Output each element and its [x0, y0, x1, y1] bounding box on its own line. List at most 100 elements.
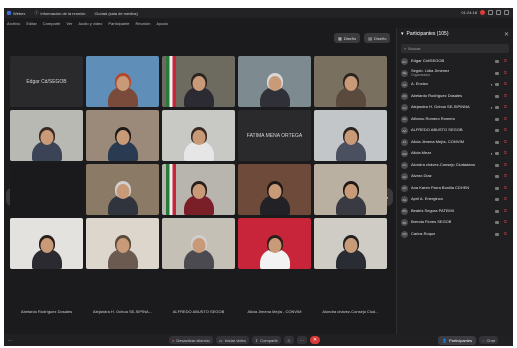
- participant-name: Alvaro Díaz: [411, 174, 432, 179]
- close-icon[interactable]: [504, 10, 509, 15]
- leave-meeting-button[interactable]: ✕: [309, 336, 320, 344]
- video-tile[interactable]: FATIMA MENA ORTEGA: [238, 110, 311, 161]
- participant-row[interactable]: AA ALFREDO ABUSTO SEGOB ⦸: [397, 125, 513, 137]
- layout-button[interactable]: ▦ Diseño: [334, 33, 361, 43]
- chat-button[interactable]: ◌ Chat: [479, 336, 498, 344]
- camera-off-icon: ▭: [218, 337, 223, 343]
- video-tile[interactable]: [238, 164, 311, 215]
- menu-item[interactable]: Archivo: [7, 21, 20, 26]
- microphone-muted-icon[interactable]: ⦸: [504, 128, 507, 133]
- view-button[interactable]: ▤ Diseño: [364, 33, 391, 43]
- mute-button[interactable]: ● Desactivar silencio: [169, 336, 213, 344]
- reactions-button[interactable]: ☺: [283, 336, 294, 344]
- more-options[interactable]: ⋯: [8, 338, 12, 343]
- video-tile[interactable]: [10, 218, 83, 269]
- participant-face: [344, 184, 357, 199]
- participant-row[interactable]: AR Abelardo Rodríguez Dosales ⦸: [397, 91, 513, 103]
- video-tile[interactable]: [86, 110, 159, 161]
- participant-name-label: ALFREDO ABUSTO SEGOB: [172, 308, 225, 314]
- microphone-muted-icon[interactable]: ⦸: [504, 197, 507, 202]
- participant-row[interactable]: AE April A. Energinco ⦸: [397, 194, 513, 206]
- microphone-muted-icon[interactable]: ⦸: [504, 162, 507, 168]
- microphone-muted-icon[interactable]: ⦸: [504, 82, 507, 87]
- menu-item[interactable]: Participante: [108, 21, 129, 26]
- menu-item[interactable]: Editar: [26, 21, 36, 26]
- participant-name: Alejandra H. Ochoa SE-SIPINNA: [411, 105, 470, 110]
- participants-button[interactable]: 👤 Participantes: [438, 335, 477, 345]
- video-button[interactable]: ▭ Iniciar video: [215, 336, 249, 344]
- participant-face: [268, 238, 281, 253]
- participant-row[interactable]: BF Brenda Flores SEGOB ⦸: [397, 217, 513, 229]
- microphone-muted-icon[interactable]: ⦸: [504, 70, 507, 76]
- share-icon: ⇧: [254, 337, 259, 343]
- participant-row[interactable]: AP Ana Karen Parra Bonilla CDHEN ⦸: [397, 183, 513, 195]
- video-tile[interactable]: [314, 56, 387, 107]
- video-tile[interactable]: [238, 218, 311, 269]
- video-tile[interactable]: [10, 110, 83, 161]
- maximize-icon[interactable]: [496, 10, 501, 15]
- more-button[interactable]: ⋯: [296, 336, 307, 344]
- name-tile[interactable]: ALFREDO ABUSTO SEGOB: [162, 304, 235, 318]
- microphone-muted-icon[interactable]: ⦸: [504, 174, 507, 179]
- name-tile[interactable]: Alejandra H. Ochoa SE-SIPINA...: [86, 304, 159, 318]
- menu-item[interactable]: Ayuda: [156, 21, 167, 26]
- video-tile[interactable]: Edgar Cd/SEGOB: [10, 56, 83, 107]
- participant-row[interactable]: BS Beatriz Segura PATEMII ⦸: [397, 206, 513, 218]
- video-tile[interactable]: [162, 164, 235, 215]
- microphone-muted-icon[interactable]: ⦸: [504, 116, 507, 122]
- participant-row[interactable]: AM Alicia Meza ◐ ⦸: [397, 148, 513, 160]
- participant-row[interactable]: AD Alvaro Díaz ⦸: [397, 171, 513, 183]
- microphone-muted-icon[interactable]: ⦸: [504, 231, 507, 237]
- video-tile[interactable]: [314, 164, 387, 215]
- microphone-muted-icon[interactable]: ⦸: [504, 139, 507, 145]
- video-tile[interactable]: [162, 110, 235, 161]
- video-tile[interactable]: [314, 110, 387, 161]
- participant-row[interactable]: CR Carlos Roque ⦸: [397, 229, 513, 241]
- microphone-muted-icon[interactable]: ⦸: [504, 220, 507, 225]
- share-button[interactable]: ⇧ Compartir: [251, 336, 281, 344]
- menu-item[interactable]: Audio y video: [78, 21, 102, 26]
- panel-controls: 👤 Participantes ◌ Chat: [438, 335, 498, 345]
- microphone-muted-icon[interactable]: ⦸: [504, 208, 507, 214]
- menu-item[interactable]: Ver: [66, 21, 72, 26]
- microphone-muted-icon[interactable]: ⦸: [504, 93, 507, 99]
- microphone-muted-icon[interactable]: ⦸: [504, 59, 507, 64]
- participant-face: [116, 238, 129, 253]
- participant-row[interactable]: SE Segob. Lidia Jimenez Organizador ⦸: [397, 68, 513, 80]
- flag-decoration: [166, 56, 176, 107]
- participant-name: Beatriz Segura PATEMII: [411, 208, 454, 213]
- avatar: AJ: [401, 138, 408, 146]
- microphone-muted-icon[interactable]: ⦸: [504, 105, 507, 110]
- participant-row[interactable]: AR Alfonso Romero Romero ⦸: [397, 114, 513, 126]
- video-tile[interactable]: [86, 56, 159, 107]
- video-tile[interactable]: [10, 164, 83, 215]
- participant-row[interactable]: AF A. Enciso ◐ ⦸: [397, 79, 513, 91]
- name-tile[interactable]: Alondra chávez-Consejo Ciud...: [314, 304, 387, 318]
- participant-row[interactable]: AO Alejandra H. Ochoa SE-SIPINNA ◐ ⦸: [397, 102, 513, 114]
- video-tile[interactable]: [162, 218, 235, 269]
- close-icon[interactable]: ✕: [504, 31, 509, 38]
- microphone-muted-icon[interactable]: ⦸: [504, 151, 507, 156]
- menu-item[interactable]: Compartir: [43, 21, 61, 26]
- video-tile[interactable]: [86, 218, 159, 269]
- menu-item[interactable]: Reunión: [136, 21, 151, 26]
- participant-text: Abelardo Rodríguez Dosales: [411, 94, 462, 99]
- chevron-down-icon[interactable]: ▾: [401, 31, 404, 37]
- meeting-info-button[interactable]: ⓘ Información de la reunión: [34, 10, 85, 16]
- microphone-muted-icon[interactable]: ⦸: [504, 185, 507, 191]
- participant-search-input[interactable]: ⌕ Buscar: [401, 44, 509, 53]
- video-tile[interactable]: [238, 56, 311, 107]
- video-tile[interactable]: [314, 218, 387, 269]
- video-tile[interactable]: [86, 164, 159, 215]
- participant-name: Carlos Roque: [411, 231, 436, 236]
- participant-row[interactable]: AJ Alicia Jimena Mejía- CONVIM ⦸: [397, 137, 513, 149]
- participant-row[interactable]: AC Alondra chávez-Consejo Ciudadano ⦸: [397, 160, 513, 172]
- participants-panel-header: ▾ Participantes (105) ✕: [397, 28, 513, 40]
- minimize-icon[interactable]: [488, 10, 493, 15]
- name-tile[interactable]: Alicia Jimena Mejía - CONVIM: [238, 304, 311, 318]
- name-tile[interactable]: Abelardo Rodríguez Dosales: [10, 304, 83, 318]
- participant-row[interactable]: EC Edgar Cid/SEGOB ⦸: [397, 56, 513, 68]
- camera-icon: [495, 163, 499, 167]
- video-tile[interactable]: [162, 56, 235, 107]
- avatar: AE: [401, 196, 408, 204]
